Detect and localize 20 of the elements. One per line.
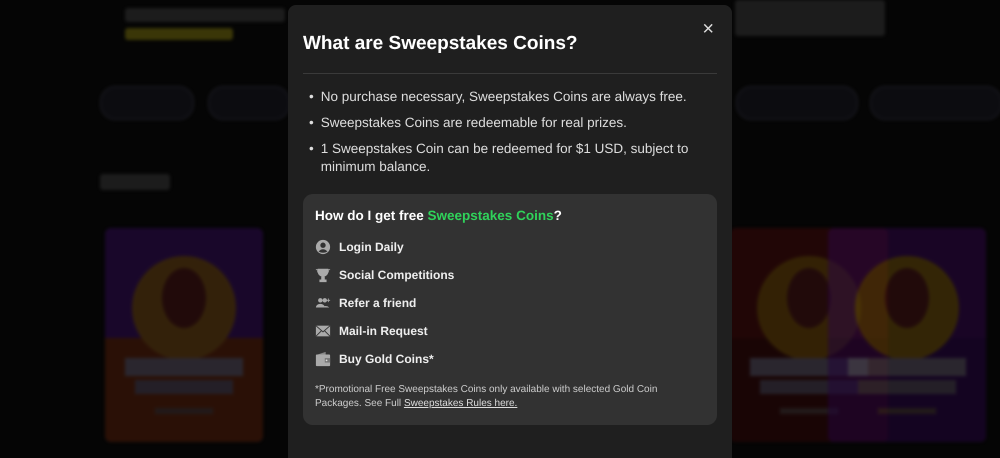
rules-link[interactable]: Sweepstakes Rules here. xyxy=(404,398,518,409)
card-heading: How do I get free Sweepstakes Coins? xyxy=(315,208,563,223)
option-label: Refer a friend xyxy=(339,296,416,310)
bullet-marker: • xyxy=(309,88,314,106)
user-icon xyxy=(315,239,331,255)
background-heading xyxy=(100,174,170,190)
bullet-marker: • xyxy=(309,114,314,132)
option-label: Social Competitions xyxy=(339,268,454,282)
option-label: Buy Gold Coins* xyxy=(339,352,434,366)
bullet-marker: • xyxy=(309,140,314,158)
envelope-icon xyxy=(315,323,331,339)
modal-title: What are Sweepstakes Coins? xyxy=(303,33,717,74)
bullet-text: 1 Sweepstakes Coin can be redeemed for $1 USD, subject to minimum balance. xyxy=(320,140,690,176)
trophy-icon xyxy=(315,267,331,283)
option-label: Mail-in Request xyxy=(339,324,428,338)
wallet-icon xyxy=(315,351,331,367)
footnote-text: *Promotional Free Sweepstakes Coins only available with selected Gold Coin Packages. See Full Sweepstakes Rules here. xyxy=(315,383,658,411)
bullet-text: No purchase necessary, Sweepstakes Coins are always free. xyxy=(320,88,687,106)
option-label: Login Daily xyxy=(339,240,404,254)
bullet-text: Sweepstakes Coins are redeemable for real prizes. xyxy=(320,114,627,132)
